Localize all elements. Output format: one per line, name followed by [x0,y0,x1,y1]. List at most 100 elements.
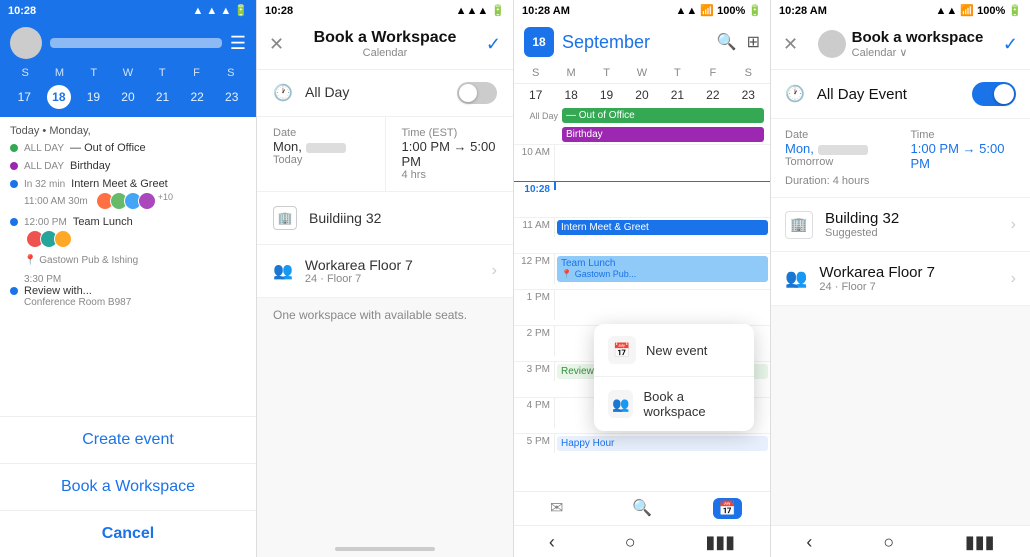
p1-dow-t2: T [145,67,179,79]
p2-close-icon[interactable]: ✕ [269,34,284,55]
p2-workspace-icon: 👥 [273,261,293,281]
p4-recents-icon[interactable]: ▮▮▮ [965,532,995,553]
p4-time: 10:28 AM [779,5,827,17]
p1-dow-f: F [179,67,213,79]
p3-header: 18 September 🔍 ⊞ [514,21,770,63]
p3-day-18[interactable]: 18 [553,84,588,106]
p2-allday-toggle[interactable] [457,82,497,104]
p2-confirm-icon[interactable]: ✓ [486,34,501,55]
p2-workspace-row[interactable]: 👥 Workarea Floor 7 24 · Floor 7 › [257,245,513,298]
p3-tab-calendar[interactable]: 📅 [685,498,770,519]
p3-day-22[interactable]: 22 [695,84,730,106]
p4-time-field[interactable]: Time 1:00 PM → 5:00 PM [911,129,1017,171]
p1-header-name [50,38,222,48]
p4-time-value: 1:00 PM → 5:00 PM [911,141,1017,171]
p3-book-workspace-option[interactable]: 👥 Book a workspace [594,377,754,431]
p3-allday-birthday: Birthday [514,125,770,144]
p3-slot-5pm-content: Happy Hour [554,434,770,453]
p3-new-event-option[interactable]: 📅 New event [594,324,754,377]
p3-day-17[interactable]: 17 [518,84,553,106]
p3-time-current: 10:28 [514,182,554,197]
p3-dow-s: S [518,63,553,83]
p4-statusbar: 10:28 AM ▲▲ 📶 100% 🔋 [771,0,1030,21]
p2-status-icons: ▲▲▲ 🔋 [456,4,505,17]
p2-allday-label: All Day [305,84,349,100]
p4-avatar [818,30,846,58]
p3-day-23[interactable]: 23 [731,84,766,106]
p1-avatar[interactable] [10,27,42,59]
p1-day-21[interactable]: 21 [151,85,175,109]
p3-back-icon[interactable]: ‹ [549,532,555,553]
p1-event-intern: In 32 min Intern Meet & Greet 11:00 AM 3… [0,175,256,213]
p4-date-label: Date [785,129,891,141]
p3-tab-mail[interactable]: ✉ [514,498,599,519]
p3-time-10am: 10 AM [514,145,554,160]
p3-lunch-event[interactable]: Team Lunch📍 Gastown Pub... [557,256,768,282]
p4-date-field[interactable]: Date Mon, Tomorrow [785,129,891,171]
p1-outofoffice-text: — Out of Office [70,142,146,154]
p1-lunch-time: 12:00 PM [24,217,67,228]
p4-title: Book a workspace [852,29,984,46]
p2-time-block[interactable]: Time (EST) 1:00 PM → 5:00 PM 4 hrs [386,117,514,191]
p4-building-section[interactable]: 🏢 Building 32 Suggested › [771,198,1030,252]
p3-allday-label: All Day [520,111,558,121]
p1-intern-title: Intern Meet & Greet [71,178,168,190]
p1-lavatar-3 [54,230,72,248]
p2-header: ✕ Book a Workspace Calendar ✓ [257,21,513,70]
p1-allday-label: ALL DAY [24,143,64,154]
p3-allday-outofoffice[interactable]: — Out of Office [562,108,764,123]
p1-dow-s: S [8,67,42,79]
p3-slot-5pm: 5 PM Happy Hour [514,433,770,469]
p4-confirm-icon[interactable]: ✓ [1003,34,1018,55]
p4-close-icon[interactable]: ✕ [783,34,798,55]
p3-birthday-event[interactable]: Birthday [562,127,764,142]
p3-home-icon[interactable]: ○ [625,532,636,553]
p3-timeline: All Day — Out of Office Birthday 10 AM 1… [514,106,770,491]
p3-month-title: September [562,32,709,53]
p4-header-center: Book a workspace Calendar ∨ [798,29,1003,59]
p4-building-icon: 🏢 [785,211,813,239]
p1-lunch-title: Team Lunch [73,216,133,228]
p3-intern-event[interactable]: Intern Meet & Greet [557,220,768,235]
p3-statusbar: 10:28 AM ▲▲ 📶 100% 🔋 [514,0,770,21]
p3-dow-f: F [695,63,730,83]
p2-toggle-off[interactable] [457,82,497,104]
p1-plus-count: +10 [158,192,173,210]
p3-happyhour-event[interactable]: Happy Hour [557,436,768,451]
p3-day-19[interactable]: 19 [589,84,624,106]
p3-grid-icon[interactable]: ⊞ [747,32,760,52]
p4-allday-toggle[interactable] [972,82,1016,106]
p1-day-23[interactable]: 23 [220,85,244,109]
cancel-button[interactable]: Cancel [0,511,256,557]
p3-search-icon[interactable]: 🔍 [717,32,737,52]
p1-action-sheet: Create event Book a Workspace Cancel [0,416,256,557]
p1-time: 10:28 [8,5,36,17]
p4-back-icon[interactable]: ‹ [806,532,812,553]
p2-datetime-row: Date Mon, Today Time (EST) 1:00 PM → 5:0… [257,117,513,192]
p4-home-icon[interactable]: ○ [883,532,894,553]
create-event-button[interactable]: Create event [0,417,256,464]
p4-workspace-section[interactable]: 👥 Workarea Floor 7 24 · Floor 7 › [771,252,1030,306]
p3-tab-search[interactable]: 🔍 [599,498,684,519]
p1-day-19[interactable]: 19 [81,85,105,109]
book-workspace-button[interactable]: Book a Workspace [0,464,256,511]
p1-day-20[interactable]: 20 [116,85,140,109]
p3-day-20[interactable]: 20 [624,84,659,106]
p1-day-18[interactable]: 18 [47,85,71,109]
p4-header: ✕ Book a workspace Calendar ∨ ✓ [771,21,1030,70]
p2-time-value: 1:00 PM → 5:00 PM [402,139,498,169]
p3-recents-icon[interactable]: ▮▮▮ [705,532,735,553]
p2-building-icon: 🏢 [273,206,297,230]
p1-day-17[interactable]: 17 [12,85,36,109]
p3-tab-bar: ✉ 🔍 📅 [514,491,770,525]
p3-day-21[interactable]: 21 [660,84,695,106]
panel-calendar-home: 10:28 ▲ ▲ ▲ 🔋 ☰ S M T W T F S 17 18 19 2… [0,0,257,557]
p1-day-22[interactable]: 22 [185,85,209,109]
p2-building-row[interactable]: 🏢 Buildiing 32 [257,192,513,245]
p1-menu-icon[interactable]: ☰ [230,33,246,54]
p2-date-value: Mon, [273,139,369,154]
p3-slot-11am-content: Intern Meet & Greet [554,218,770,237]
p2-date-block[interactable]: Date Mon, Today [257,117,386,191]
p3-dow-m: M [553,63,588,83]
p4-allday-row: 🕐 All Day Event [771,70,1030,119]
